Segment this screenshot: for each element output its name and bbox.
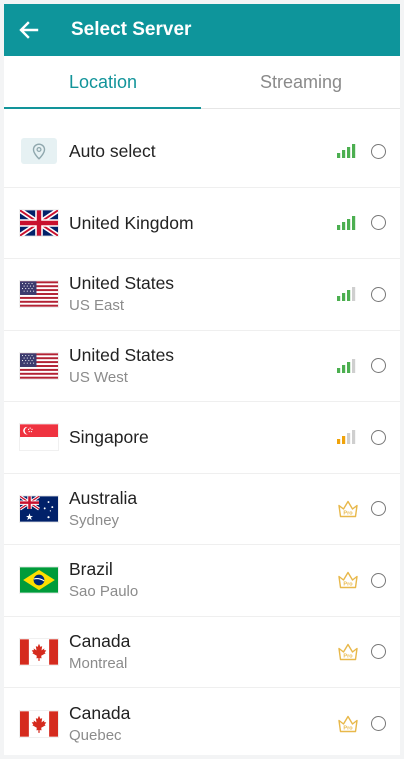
server-row-au[interactable]: Australia Sydney Pro [4, 474, 400, 545]
tab-streaming[interactable]: Streaming [202, 56, 400, 108]
server-row-uk[interactable]: United Kingdom [4, 188, 400, 259]
canada-flag [20, 639, 58, 665]
server-row-us-west[interactable]: United States US West [4, 331, 400, 402]
signal-strength-icon [337, 215, 356, 230]
page-title: Select Server [71, 19, 192, 40]
server-radio-button[interactable] [371, 501, 386, 517]
singapore-flag [20, 424, 58, 450]
back-button[interactable] [4, 4, 54, 56]
active-tab-indicator [4, 107, 201, 109]
signal-strength-icon [337, 430, 356, 445]
server-row-auto[interactable]: Auto select [4, 116, 400, 188]
server-status [337, 259, 386, 330]
server-list: Auto select United Kingdom United States US… [4, 116, 400, 755]
us-flag [20, 281, 58, 307]
server-status: Pro [337, 617, 386, 688]
server-row-br[interactable]: Brazil Sao Paulo Pro [4, 545, 400, 617]
pro-badge-text: Pro [343, 653, 353, 659]
canada-flag [20, 711, 58, 737]
server-radio-button[interactable] [371, 572, 386, 588]
server-status [337, 331, 386, 402]
server-status: Pro [337, 474, 386, 545]
app-bar: Select Server [4, 4, 400, 56]
uk-flag [20, 209, 58, 236]
pro-crown-icon: Pro [338, 500, 358, 517]
pro-badge-text: Pro [343, 725, 353, 731]
tab-bar: Location Streaming [4, 56, 400, 109]
server-radio-button[interactable] [371, 143, 386, 159]
server-radio-button[interactable] [371, 716, 386, 732]
server-radio-button[interactable] [371, 286, 386, 302]
server-row-ca-mtl[interactable]: Canada Montreal Pro [4, 617, 400, 688]
signal-strength-icon [337, 287, 356, 302]
server-radio-button[interactable] [371, 358, 386, 374]
australia-flag [20, 495, 58, 522]
server-row-us-east[interactable]: United States US East [4, 259, 400, 331]
server-status [337, 188, 386, 259]
server-row-ca-qc[interactable]: Canada Quebec Pro [4, 688, 400, 755]
server-row-sg[interactable]: Singapore [4, 402, 400, 474]
app-frame: Select Server Location Streaming Auto se… [4, 4, 400, 755]
server-status: Pro [337, 688, 386, 755]
pro-badge-text: Pro [343, 510, 353, 516]
server-radio-button[interactable] [371, 429, 386, 445]
pro-crown-icon: Pro [338, 715, 358, 732]
back-arrow-icon [19, 21, 39, 39]
location-pin-icon [20, 138, 58, 165]
server-status [337, 402, 386, 473]
server-status [337, 116, 386, 187]
signal-strength-icon [337, 358, 356, 373]
pro-badge-text: Pro [343, 582, 353, 588]
signal-strength-icon [337, 144, 356, 159]
us-flag [20, 353, 58, 379]
brazil-flag [20, 567, 58, 593]
server-radio-button[interactable] [371, 215, 386, 231]
server-status: Pro [337, 545, 386, 616]
pro-crown-icon: Pro [338, 572, 358, 589]
pro-crown-icon: Pro [338, 643, 358, 660]
server-radio-button[interactable] [371, 644, 386, 660]
tab-location[interactable]: Location [4, 56, 202, 108]
